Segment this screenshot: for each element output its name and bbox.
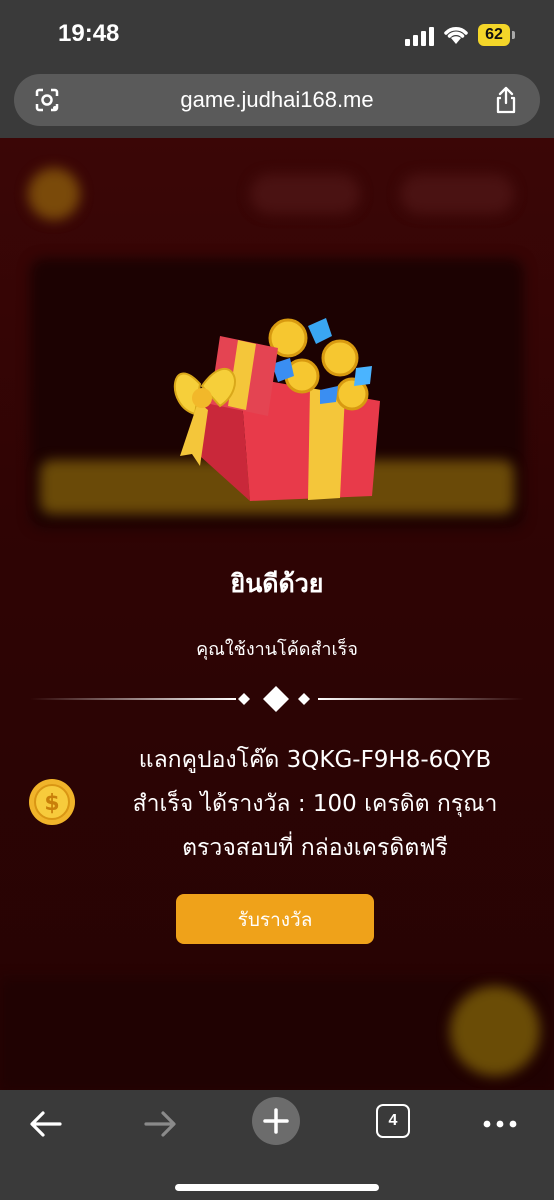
claim-reward-button[interactable]: รับรางวัล: [176, 894, 374, 944]
plus-icon: [263, 1108, 289, 1134]
new-tab-button[interactable]: [252, 1097, 300, 1145]
wifi-icon: [444, 27, 468, 44]
dialog-subtitle: คุณใช้งานโค้ดสำเร็จ: [196, 639, 358, 660]
message-line-2: สำเร็จ ได้รางวัล : 100 เครดิต กรุณา: [132, 791, 498, 817]
battery-icon: 62: [478, 24, 510, 46]
browser-top-bar: game.judhai168.me: [0, 72, 554, 138]
status-bar: 19:48 62: [0, 0, 554, 72]
reward-dialog: ยินดีด้วย คุณใช้งานโค้ดสำเร็จ $ แลกคูปอง…: [0, 138, 554, 1090]
message-line-3: ตรวจสอบที่ กล่องเครดิตฟรี: [182, 835, 448, 861]
status-time: 19:48: [58, 20, 120, 47]
battery-tip: [512, 31, 515, 39]
browser-toolbar: 4: [0, 1090, 554, 1200]
reward-message: แลกคูปองโค๊ด 3QKG-F9H8-6QYB สำเร็จ ได้รา…: [95, 738, 535, 870]
url-text[interactable]: game.judhai168.me: [14, 87, 540, 113]
forward-icon[interactable]: [140, 1104, 180, 1144]
gift-box-icon: [174, 318, 380, 501]
back-icon[interactable]: [26, 1104, 66, 1144]
dialog-title: ยินดีด้วย: [230, 569, 324, 598]
message-line-1: แลกคูปองโค๊ด 3QKG-F9H8-6QYB: [138, 747, 492, 773]
share-icon[interactable]: [494, 86, 518, 114]
tabs-icon[interactable]: 4: [376, 1104, 410, 1138]
more-icon[interactable]: [480, 1104, 520, 1144]
address-bar[interactable]: game.judhai168.me: [14, 74, 540, 126]
home-indicator[interactable]: [175, 1184, 379, 1191]
signal-icon: [405, 26, 435, 46]
svg-text:$: $: [44, 791, 59, 816]
decorative-divider: [30, 686, 524, 712]
coin-icon: $: [29, 779, 75, 825]
